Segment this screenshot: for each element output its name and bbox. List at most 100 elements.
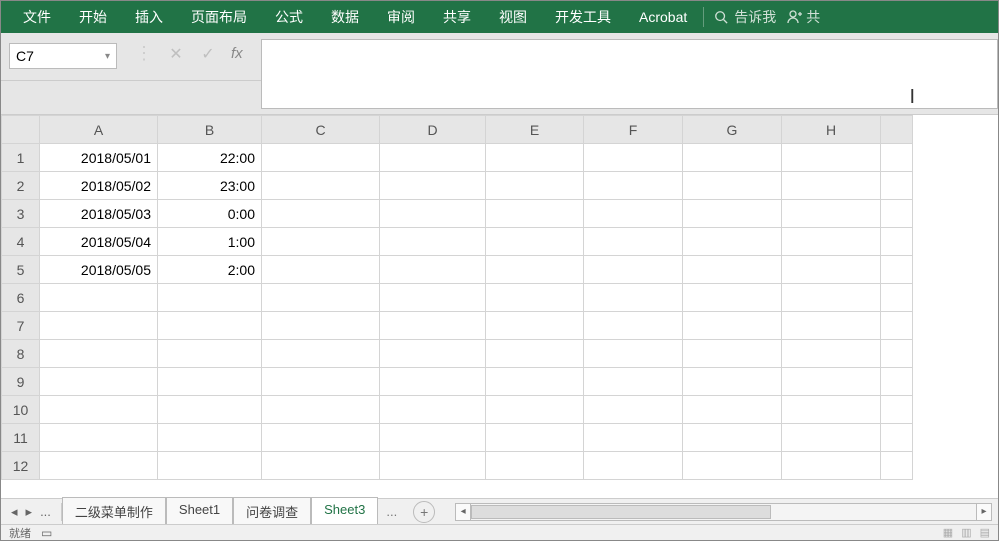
col-header-B[interactable]: B xyxy=(158,116,262,144)
row-header[interactable]: 7 xyxy=(2,312,40,340)
cell[interactable] xyxy=(881,424,913,452)
cell[interactable]: 22:00 xyxy=(158,144,262,172)
formula-input[interactable]: I xyxy=(261,39,998,109)
cell[interactable] xyxy=(683,228,782,256)
cell[interactable] xyxy=(881,228,913,256)
cell[interactable] xyxy=(380,396,486,424)
cell[interactable] xyxy=(782,312,881,340)
cell[interactable] xyxy=(782,144,881,172)
row-header[interactable]: 9 xyxy=(2,368,40,396)
row-header[interactable]: 1 xyxy=(2,144,40,172)
row-header[interactable]: 12 xyxy=(2,452,40,480)
cell[interactable] xyxy=(881,396,913,424)
col-header-C[interactable]: C xyxy=(262,116,380,144)
cell[interactable] xyxy=(486,424,584,452)
tab-home[interactable]: 开始 xyxy=(65,1,121,33)
row-header[interactable]: 5 xyxy=(2,256,40,284)
cell[interactable] xyxy=(262,368,380,396)
cell[interactable]: 2:00 xyxy=(158,256,262,284)
col-header-H[interactable]: H xyxy=(782,116,881,144)
scroll-track[interactable] xyxy=(471,503,976,521)
cell[interactable] xyxy=(486,312,584,340)
cell[interactable] xyxy=(40,424,158,452)
cell[interactable] xyxy=(683,340,782,368)
row-header[interactable]: 8 xyxy=(2,340,40,368)
cell[interactable]: 2018/05/03 xyxy=(40,200,158,228)
cell[interactable] xyxy=(683,368,782,396)
cell[interactable] xyxy=(380,312,486,340)
share-button[interactable]: 共 xyxy=(786,7,820,27)
tab-share[interactable]: 共享 xyxy=(429,1,485,33)
cell[interactable] xyxy=(881,284,913,312)
cell[interactable] xyxy=(158,284,262,312)
tell-me-search[interactable]: 告诉我 xyxy=(714,7,776,27)
name-box[interactable]: C7 ▾ xyxy=(9,43,117,69)
cell[interactable] xyxy=(782,200,881,228)
cell[interactable] xyxy=(262,340,380,368)
cell[interactable] xyxy=(782,256,881,284)
cell[interactable] xyxy=(262,228,380,256)
normal-view-icon[interactable]: ▦ xyxy=(943,526,953,539)
cell[interactable]: 2018/05/04 xyxy=(40,228,158,256)
cell[interactable] xyxy=(262,284,380,312)
cell[interactable] xyxy=(584,144,683,172)
cell[interactable] xyxy=(40,396,158,424)
cell[interactable] xyxy=(158,424,262,452)
row-header[interactable]: 3 xyxy=(2,200,40,228)
cell[interactable] xyxy=(158,368,262,396)
cell[interactable] xyxy=(584,172,683,200)
cell[interactable] xyxy=(584,396,683,424)
cell[interactable] xyxy=(584,340,683,368)
cell[interactable] xyxy=(486,396,584,424)
tab-view[interactable]: 视图 xyxy=(485,1,541,33)
enter-formula-button[interactable]: ✓ xyxy=(199,44,217,64)
tab-page-layout[interactable]: 页面布局 xyxy=(177,1,261,33)
page-layout-icon[interactable]: ▥ xyxy=(961,526,971,539)
cell[interactable] xyxy=(486,228,584,256)
cell[interactable] xyxy=(683,284,782,312)
macro-record-icon[interactable]: ▭ xyxy=(41,526,52,540)
cell[interactable] xyxy=(380,284,486,312)
tab-review[interactable]: 审阅 xyxy=(373,1,429,33)
cell[interactable] xyxy=(584,284,683,312)
cell[interactable] xyxy=(40,284,158,312)
cell[interactable] xyxy=(380,368,486,396)
sheet-nav-next[interactable]: ▸ xyxy=(26,504,33,520)
cell[interactable] xyxy=(486,340,584,368)
cell[interactable] xyxy=(683,452,782,480)
cell[interactable] xyxy=(380,340,486,368)
cell[interactable] xyxy=(380,144,486,172)
add-sheet-button[interactable]: + xyxy=(413,501,435,523)
cell[interactable] xyxy=(380,200,486,228)
tab-file[interactable]: 文件 xyxy=(9,1,65,33)
cell[interactable] xyxy=(40,312,158,340)
cell[interactable] xyxy=(584,228,683,256)
scroll-right-button[interactable]: ▸ xyxy=(976,503,992,521)
sheet-tab[interactable]: Sheet3 xyxy=(311,497,378,525)
cell[interactable] xyxy=(683,144,782,172)
cell[interactable]: 0:00 xyxy=(158,200,262,228)
cell[interactable] xyxy=(158,312,262,340)
cell[interactable] xyxy=(782,284,881,312)
tab-developer[interactable]: 开发工具 xyxy=(541,1,625,33)
cell[interactable] xyxy=(262,256,380,284)
cell[interactable] xyxy=(782,340,881,368)
cell[interactable] xyxy=(40,368,158,396)
cell[interactable]: 2018/05/01 xyxy=(40,144,158,172)
cell[interactable]: 23:00 xyxy=(158,172,262,200)
col-header-G[interactable]: G xyxy=(683,116,782,144)
sheet-nav-prev[interactable]: ◂ xyxy=(11,504,18,520)
fx-icon[interactable]: fx xyxy=(231,45,243,62)
cell[interactable] xyxy=(262,172,380,200)
row-header[interactable]: 2 xyxy=(2,172,40,200)
cell[interactable] xyxy=(683,424,782,452)
cell[interactable] xyxy=(584,200,683,228)
col-header-extra[interactable] xyxy=(881,116,913,144)
cell[interactable] xyxy=(380,172,486,200)
tab-insert[interactable]: 插入 xyxy=(121,1,177,33)
tab-formulas[interactable]: 公式 xyxy=(261,1,317,33)
cell[interactable] xyxy=(486,172,584,200)
cell[interactable] xyxy=(486,368,584,396)
cell[interactable] xyxy=(486,452,584,480)
scroll-thumb[interactable] xyxy=(471,505,771,519)
